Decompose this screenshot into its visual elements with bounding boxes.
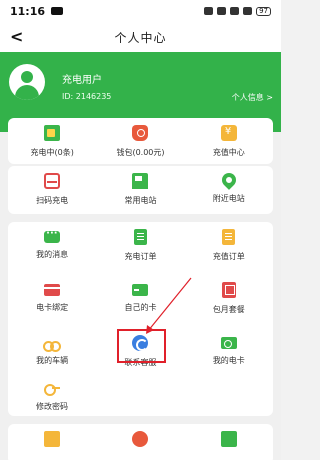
password-icon — [44, 379, 60, 396]
message-icon — [44, 228, 61, 243]
card-binding-label: 电卡绑定 — [36, 303, 69, 312]
menu-row-4: 修改密码 — [8, 372, 273, 414]
status-icons: 97 — [204, 6, 271, 16]
my-messages-label: 我的消息 — [36, 250, 69, 259]
card-bind-icon — [44, 284, 61, 296]
recharge-orders-item[interactable]: 充值订单 — [185, 222, 273, 272]
scan-charge-label: 扫码充电 — [36, 196, 69, 205]
location-icon — [218, 170, 239, 190]
personal-center-screen: 11:16 97 < 个人中心 充电用户 ID: 2146235 个人信息 > … — [0, 0, 281, 460]
battery-icon — [44, 125, 61, 141]
order-icon — [133, 229, 147, 245]
mute-icon — [217, 7, 227, 15]
user-id: ID: 2146235 — [62, 92, 112, 101]
alarm-icon — [204, 7, 214, 15]
highlight-box — [117, 329, 166, 363]
monthly-package-label: 包月套餐 — [212, 305, 245, 314]
bottom-card — [8, 424, 273, 460]
notification-icon — [51, 7, 64, 15]
monthly-package-item[interactable]: 包月套餐 — [185, 275, 273, 325]
bottom-row — [8, 424, 273, 460]
my-messages-item[interactable]: 我的消息 — [8, 222, 96, 272]
nearby-stations-label: 附近电站 — [212, 194, 245, 203]
signal-icon — [243, 7, 253, 15]
status-bar: 11:16 97 — [0, 0, 281, 22]
my-vehicles-label: 我的车辆 — [36, 356, 69, 365]
recharge-center-item[interactable]: 充值中心 — [185, 118, 273, 164]
page-title: 个人中心 — [114, 30, 167, 45]
scan-charge-item[interactable]: 扫码充电 — [8, 166, 96, 214]
quick-row: 扫码充电 常用电站 附近电站 — [8, 166, 273, 214]
my-vehicles-item[interactable]: 我的车辆 — [8, 328, 96, 378]
recharge-center-label: 充值中心 — [212, 148, 245, 157]
my-ecard-label: 我的电卡 — [212, 356, 245, 365]
wallet-label: 钱包(0.00元) — [116, 148, 165, 157]
wallet-item[interactable]: 钱包(0.00元) — [96, 118, 184, 164]
nav-bar: < 个人中心 — [0, 22, 281, 52]
wallet-icon — [132, 125, 149, 141]
charging-status-item[interactable]: 充电中(0条) — [8, 118, 96, 164]
menu-row-1: 我的消息 充电订单 充值订单 — [8, 222, 273, 272]
battery-indicator: 97 — [256, 6, 271, 16]
bottom-item-3[interactable] — [185, 424, 273, 460]
vehicle-icon — [43, 337, 62, 352]
change-password-item[interactable]: 修改密码 — [8, 372, 96, 414]
avatar-body — [15, 85, 39, 100]
coin-icon — [44, 431, 61, 447]
account-card: 充电中(0条) 钱包(0.00元) 充值中心 — [8, 118, 273, 164]
charge-orders-label: 充电订单 — [124, 252, 157, 261]
charging-status-label: 充电中(0条) — [30, 148, 74, 157]
nearby-stations-item[interactable]: 附近电站 — [185, 166, 273, 214]
bottom-item-2[interactable] — [96, 424, 184, 460]
card-binding-item[interactable]: 电卡绑定 — [8, 275, 96, 325]
favorite-stations-label: 常用电站 — [124, 196, 157, 205]
recharge-icon — [220, 125, 237, 141]
favorite-stations-item[interactable]: 常用电站 — [96, 166, 184, 214]
charge-orders-item[interactable]: 充电订单 — [96, 222, 184, 272]
wifi-icon — [230, 7, 240, 15]
ecard-icon — [220, 337, 237, 349]
my-cards-icon — [132, 284, 149, 296]
package-icon — [221, 282, 236, 298]
my-own-cards-label: 自己的卡 — [124, 303, 157, 312]
avatar[interactable] — [9, 64, 45, 100]
recharge-orders-label: 充值订单 — [212, 252, 245, 261]
change-password-label: 修改密码 — [36, 402, 68, 411]
avatar-head — [21, 71, 33, 83]
back-button[interactable]: < — [10, 28, 26, 46]
bottom-item-1[interactable] — [8, 424, 96, 460]
user-name: 充电用户 — [62, 75, 102, 86]
quick-actions-card: 扫码充电 常用电站 附近电站 — [8, 166, 273, 214]
menu-card: 我的消息 充电订单 充值订单 电卡绑定 自己的卡 包月套餐 — [8, 222, 273, 416]
scan-icon — [44, 173, 61, 189]
station-icon — [132, 173, 149, 189]
recharge-order-icon — [222, 229, 236, 245]
menu-row-2: 电卡绑定 自己的卡 包月套餐 — [8, 275, 273, 325]
status-time: 11:16 — [10, 4, 46, 18]
gift-icon — [132, 431, 149, 447]
document-icon — [220, 431, 237, 447]
my-ecard-item[interactable]: 我的电卡 — [185, 328, 273, 378]
account-row: 充电中(0条) 钱包(0.00元) 充值中心 — [8, 118, 273, 164]
my-own-cards-item[interactable]: 自己的卡 — [96, 275, 184, 325]
personal-info-link[interactable]: 个人信息 > — [232, 92, 273, 103]
